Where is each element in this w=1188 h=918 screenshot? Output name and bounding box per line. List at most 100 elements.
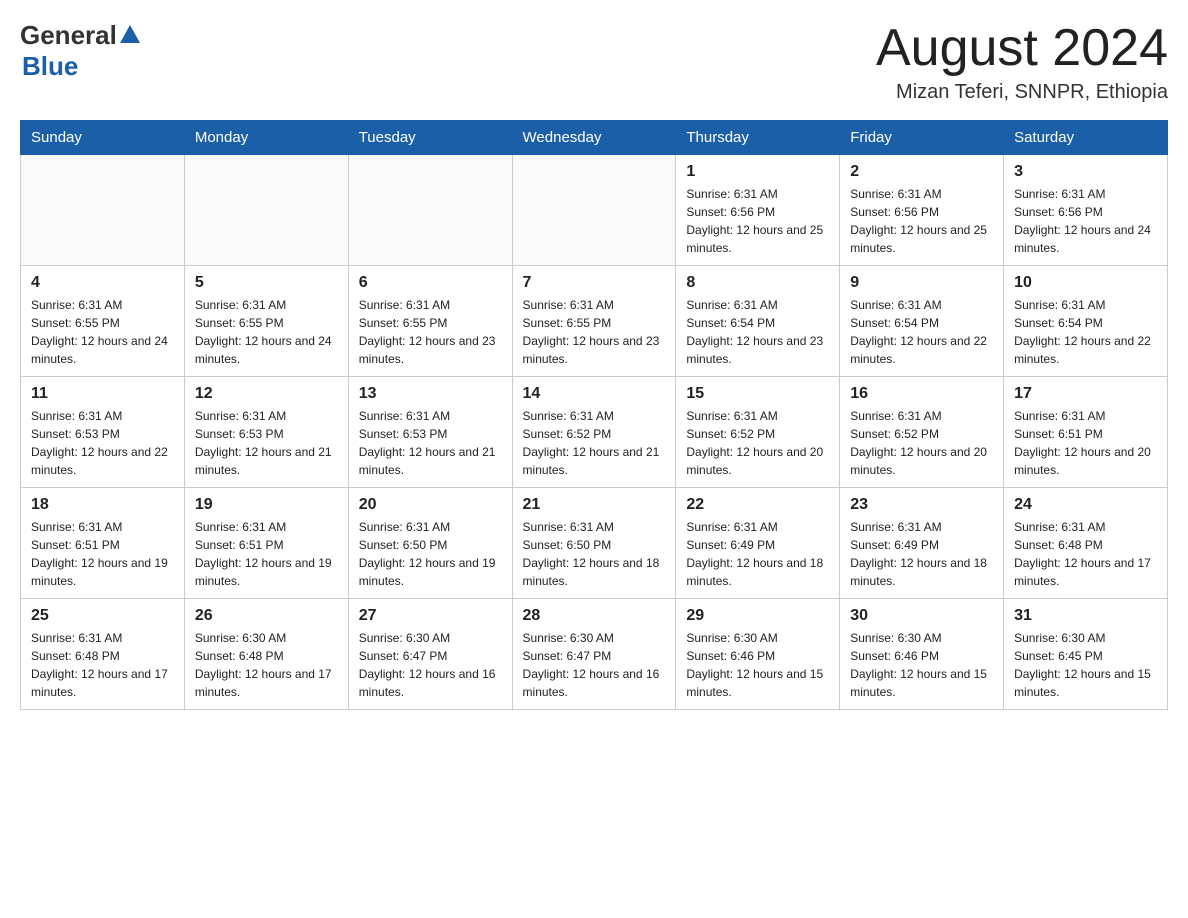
day-number: 8 — [686, 274, 829, 292]
calendar-cell: 21 Sunrise: 6:31 AM Sunset: 6:50 PM Dayli… — [512, 488, 676, 599]
header-day-tuesday: Tuesday — [348, 121, 512, 155]
day-number: 31 — [1014, 607, 1157, 625]
day-number: 17 — [1014, 385, 1157, 403]
day-number: 3 — [1014, 163, 1157, 181]
calendar-cell: 20 Sunrise: 6:31 AM Sunset: 6:50 PM Dayli… — [348, 488, 512, 599]
day-number: 15 — [686, 385, 829, 403]
day-info: Sunrise: 6:31 AM Sunset: 6:55 PM Dayligh… — [195, 296, 338, 368]
day-info: Sunrise: 6:31 AM Sunset: 6:56 PM Dayligh… — [1014, 185, 1157, 257]
calendar-cell: 3 Sunrise: 6:31 AM Sunset: 6:56 PM Daylig… — [1004, 155, 1168, 266]
calendar-cell: 18Sunrise: 6:31 AM Sunset: 6:51 PM Dayli… — [21, 488, 185, 599]
calendar-cell: 17 Sunrise: 6:31 AM Sunset: 6:51 PM Dayli… — [1004, 377, 1168, 488]
day-info: Sunrise: 6:31 AM Sunset: 6:51 PM Dayligh… — [1014, 407, 1157, 479]
calendar-cell: 6 Sunrise: 6:31 AM Sunset: 6:55 PM Daylig… — [348, 266, 512, 377]
calendar-body: 1 Sunrise: 6:31 AM Sunset: 6:56 PM Daylig… — [21, 155, 1168, 710]
calendar-cell: 5 Sunrise: 6:31 AM Sunset: 6:55 PM Daylig… — [184, 266, 348, 377]
location-label: Mizan Teferi, SNNPR, Ethiopia — [876, 81, 1168, 104]
day-info: Sunrise: 6:30 AM Sunset: 6:45 PM Dayligh… — [1014, 629, 1157, 701]
logo-general-text: General — [20, 20, 117, 51]
calendar-cell: 12 Sunrise: 6:31 AM Sunset: 6:53 PM Dayli… — [184, 377, 348, 488]
calendar-cell — [21, 155, 185, 266]
day-number: 2 — [850, 163, 993, 181]
day-info: Sunrise: 6:31 AM Sunset: 6:49 PM Dayligh… — [850, 518, 993, 590]
day-number: 14 — [523, 385, 666, 403]
day-info: Sunrise: 6:31 AM Sunset: 6:51 PM Dayligh… — [195, 518, 338, 590]
day-number: 23 — [850, 496, 993, 514]
calendar-cell: 9 Sunrise: 6:31 AM Sunset: 6:54 PM Daylig… — [840, 266, 1004, 377]
month-title: August 2024 — [876, 20, 1168, 77]
day-number: 6 — [359, 274, 502, 292]
calendar-cell: 28 Sunrise: 6:30 AM Sunset: 6:47 PM Dayli… — [512, 599, 676, 710]
day-number: 25 — [31, 607, 174, 625]
calendar-cell: 26 Sunrise: 6:30 AM Sunset: 6:48 PM Dayli… — [184, 599, 348, 710]
day-info: Sunrise: 6:31 AM Sunset: 6:50 PM Dayligh… — [359, 518, 502, 590]
header-day-thursday: Thursday — [676, 121, 840, 155]
calendar-header: SundayMondayTuesdayWednesdayThursdayFrid… — [21, 121, 1168, 155]
calendar-week-4: 18 Sunrise: 6:31 AM Sunset: 6:51 PM Dayli… — [21, 488, 1168, 599]
calendar-cell: 30Sunrise: 6:30 AM Sunset: 6:46 PM Dayli… — [840, 599, 1004, 710]
day-info: Sunrise: 6:30 AM Sunset: 6:47 PM Dayligh… — [359, 629, 502, 701]
page-header: General Blue August 2024 Mizan Teferi, S… — [20, 20, 1168, 104]
day-number: 13 — [359, 385, 502, 403]
day-number: 24 — [1014, 496, 1157, 514]
day-info: Sunrise: 6:31 AM Sunset: 6:56 PM Dayligh… — [850, 185, 993, 257]
day-number: 12 — [195, 385, 338, 403]
calendar-cell: 27 Sunrise: 6:30 AM Sunset: 6:47 PM Dayli… — [348, 599, 512, 710]
calendar-cell: 23 Sunrise: 6:31 AM Sunset: 6:49 PM Dayli… — [840, 488, 1004, 599]
calendar-cell: 2 Sunrise: 6:31 AM Sunset: 6:56 PM Daylig… — [840, 155, 1004, 266]
day-number: 28 — [523, 607, 666, 625]
day-number: 26 — [195, 607, 338, 625]
header-day-sunday: Sunday — [21, 121, 185, 155]
logo-triangle-icon — [120, 25, 140, 43]
day-info: Sunrise: 6:31 AM Sunset: 6:54 PM Dayligh… — [686, 296, 829, 368]
day-info: Sunrise: 6:30 AM Sunset: 6:48 PM Dayligh… — [195, 629, 338, 701]
calendar-cell — [512, 155, 676, 266]
header-day-saturday: Saturday — [1004, 121, 1168, 155]
calendar-cell: 29Sunrise: 6:30 AM Sunset: 6:46 PM Dayli… — [676, 599, 840, 710]
calendar-cell: 13Sunrise: 6:31 AM Sunset: 6:53 PM Dayli… — [348, 377, 512, 488]
day-info: Sunrise: 6:31 AM Sunset: 6:52 PM Dayligh… — [850, 407, 993, 479]
day-info: Sunrise: 6:31 AM Sunset: 6:55 PM Dayligh… — [359, 296, 502, 368]
calendar-cell — [348, 155, 512, 266]
day-number: 7 — [523, 274, 666, 292]
logo-blue-text: Blue — [22, 51, 78, 82]
calendar-cell: 19Sunrise: 6:31 AM Sunset: 6:51 PM Dayli… — [184, 488, 348, 599]
day-info: Sunrise: 6:31 AM Sunset: 6:53 PM Dayligh… — [195, 407, 338, 479]
calendar-cell: 1 Sunrise: 6:31 AM Sunset: 6:56 PM Daylig… — [676, 155, 840, 266]
calendar-cell: 15 Sunrise: 6:31 AM Sunset: 6:52 PM Dayli… — [676, 377, 840, 488]
day-number: 21 — [523, 496, 666, 514]
day-info: Sunrise: 6:31 AM Sunset: 6:49 PM Dayligh… — [686, 518, 829, 590]
calendar-table: SundayMondayTuesdayWednesdayThursdayFrid… — [20, 120, 1168, 710]
day-number: 5 — [195, 274, 338, 292]
header-day-wednesday: Wednesday — [512, 121, 676, 155]
day-number: 10 — [1014, 274, 1157, 292]
header-day-monday: Monday — [184, 121, 348, 155]
calendar-cell: 24Sunrise: 6:31 AM Sunset: 6:48 PM Dayli… — [1004, 488, 1168, 599]
day-number: 11 — [31, 385, 174, 403]
calendar-week-1: 1 Sunrise: 6:31 AM Sunset: 6:56 PM Daylig… — [21, 155, 1168, 266]
day-info: Sunrise: 6:31 AM Sunset: 6:55 PM Dayligh… — [523, 296, 666, 368]
calendar-cell: 8 Sunrise: 6:31 AM Sunset: 6:54 PM Daylig… — [676, 266, 840, 377]
header-row: SundayMondayTuesdayWednesdayThursdayFrid… — [21, 121, 1168, 155]
day-number: 18 — [31, 496, 174, 514]
day-info: Sunrise: 6:30 AM Sunset: 6:46 PM Dayligh… — [850, 629, 993, 701]
calendar-cell — [184, 155, 348, 266]
day-info: Sunrise: 6:31 AM Sunset: 6:55 PM Dayligh… — [31, 296, 174, 368]
calendar-cell: 16Sunrise: 6:31 AM Sunset: 6:52 PM Dayli… — [840, 377, 1004, 488]
day-number: 27 — [359, 607, 502, 625]
day-number: 9 — [850, 274, 993, 292]
logo: General Blue — [20, 20, 140, 82]
day-info: Sunrise: 6:30 AM Sunset: 6:47 PM Dayligh… — [523, 629, 666, 701]
day-number: 4 — [31, 274, 174, 292]
calendar-cell: 31 Sunrise: 6:30 AM Sunset: 6:45 PM Dayli… — [1004, 599, 1168, 710]
day-info: Sunrise: 6:31 AM Sunset: 6:56 PM Dayligh… — [686, 185, 829, 257]
calendar-week-3: 11 Sunrise: 6:31 AM Sunset: 6:53 PM Dayli… — [21, 377, 1168, 488]
day-number: 1 — [686, 163, 829, 181]
day-number: 20 — [359, 496, 502, 514]
day-info: Sunrise: 6:31 AM Sunset: 6:50 PM Dayligh… — [523, 518, 666, 590]
day-info: Sunrise: 6:31 AM Sunset: 6:52 PM Dayligh… — [686, 407, 829, 479]
calendar-cell: 25Sunrise: 6:31 AM Sunset: 6:48 PM Dayli… — [21, 599, 185, 710]
day-info: Sunrise: 6:31 AM Sunset: 6:54 PM Dayligh… — [850, 296, 993, 368]
day-info: Sunrise: 6:31 AM Sunset: 6:52 PM Dayligh… — [523, 407, 666, 479]
title-section: August 2024 Mizan Teferi, SNNPR, Ethiopi… — [876, 20, 1168, 104]
